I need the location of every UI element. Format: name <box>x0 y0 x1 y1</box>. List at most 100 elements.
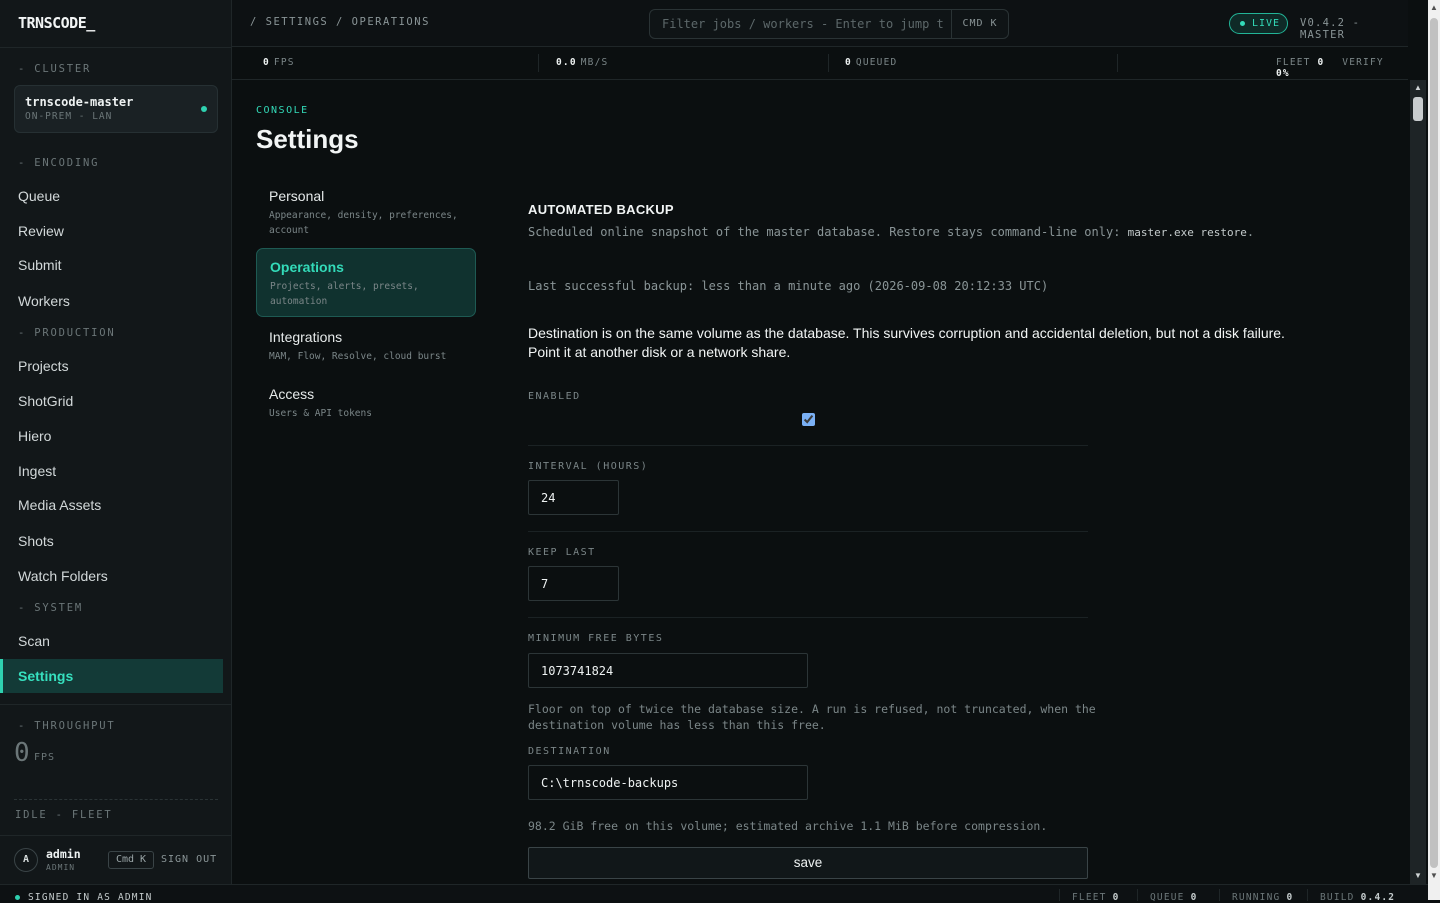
footer-running-value: 0 <box>1286 892 1294 903</box>
footer-queue: QUEUE 0 <box>1150 892 1198 903</box>
divider <box>14 799 218 800</box>
breadcrumb: / SETTINGS / OPERATIONS <box>250 16 430 28</box>
sidebar-item-shots[interactable]: Shots <box>0 524 223 558</box>
section-label-production: - PRODUCTION <box>18 327 116 339</box>
scroll-down-arrow-icon[interactable]: ▼ <box>1410 870 1426 882</box>
avatar[interactable]: A <box>14 848 38 872</box>
destination-help: 98.2 GiB free on this volume; estimated … <box>528 819 1048 833</box>
signed-in-status: SIGNED IN AS ADMIN <box>28 892 153 903</box>
content-scrollbar[interactable] <box>1410 80 1426 884</box>
search-shortcut-hint: CMD K <box>951 10 1008 38</box>
settings-nav-title: Operations <box>270 259 344 275</box>
sidebar-item-review[interactable]: Review <box>0 214 223 248</box>
divider <box>1059 889 1060 901</box>
sidebar-item-hiero[interactable]: Hiero <box>0 419 223 453</box>
divider <box>538 54 539 72</box>
app-logo[interactable]: TRNSCODE_ <box>18 14 95 32</box>
section-description: Scheduled online snapshot of the master … <box>528 223 1268 242</box>
user-name: admin <box>46 847 81 861</box>
destination-input[interactable] <box>528 765 808 800</box>
stat-fps-unit: FPS <box>273 57 295 68</box>
sidebar-item-settings[interactable]: Settings <box>0 659 223 693</box>
interval-input[interactable] <box>528 480 619 515</box>
interval-label: INTERVAL (HOURS) <box>528 461 649 472</box>
stat-mbs-unit: MB/S <box>580 57 609 68</box>
footer-queue-label: QUEUE <box>1150 892 1185 903</box>
version-label: V0.4.2 - MASTER <box>1300 17 1361 41</box>
page-title: Settings <box>256 124 359 154</box>
sidebar-item-media-assets[interactable]: Media Assets <box>0 488 223 522</box>
restore-command: master.exe restore <box>1127 226 1247 239</box>
user-role: ADMIN <box>46 863 76 872</box>
stat-fps-value: 0 <box>263 57 270 68</box>
stat-fleet-label: FLEET <box>1276 57 1311 68</box>
keep-last-label: KEEP LAST <box>528 547 596 558</box>
sidebar-item-shotgrid[interactable]: ShotGrid <box>0 384 223 418</box>
description-text: Scheduled online snapshot of the master … <box>528 225 1121 239</box>
footer-queue-value: 0 <box>1190 892 1198 903</box>
min-free-label: MINIMUM FREE BYTES <box>528 633 664 644</box>
divider <box>1137 889 1138 901</box>
status-footer: SIGNED IN AS ADMIN FLEET 0 QUEUE 0 RUNNING… <box>0 884 1428 903</box>
section-label-system: - SYSTEM <box>18 602 83 614</box>
destination-warning: Destination is on the same volume as the… <box>528 325 1285 360</box>
content-scrollbar-thumb[interactable] <box>1413 97 1423 121</box>
sidebar-item-projects[interactable]: Projects <box>0 349 223 383</box>
sidebar-item-queue[interactable]: Queue <box>0 179 223 213</box>
stat-queued-unit: QUEUED <box>855 57 898 68</box>
destination-label: DESTINATION <box>528 746 611 757</box>
status-dot-icon <box>15 895 20 900</box>
stat-queued: 0 QUEUED <box>845 57 897 68</box>
divider <box>528 531 1088 532</box>
cluster-selector[interactable]: trnscode-master ON-PREM - LAN <box>14 85 218 133</box>
footer-running-label: RUNNING <box>1232 892 1281 903</box>
save-button[interactable]: save <box>528 847 1088 879</box>
stat-queued-value: 0 <box>845 57 852 68</box>
settings-nav-desc: Users & API tokens <box>269 408 372 419</box>
stat-verify-label: VERIFY <box>1342 57 1384 68</box>
sidebar-item-watch-folders[interactable]: Watch Folders <box>0 559 223 593</box>
settings-nav-desc: Projects, alerts, presets, automation <box>270 281 419 307</box>
footer-fleet: FLEET 0 <box>1072 892 1120 903</box>
window-scroll-down-arrow-icon[interactable]: ▼ <box>1428 868 1440 884</box>
keep-last-input[interactable] <box>528 566 619 601</box>
settings-nav-operations[interactable]: Operations Projects, alerts, presets, au… <box>256 248 476 317</box>
footer-fleet-label: FLEET <box>1072 892 1107 903</box>
divider <box>0 47 232 48</box>
live-dot-icon <box>1240 21 1245 26</box>
divider <box>1117 54 1118 72</box>
cluster-subtitle: ON-PREM - LAN <box>25 111 113 122</box>
search-input[interactable] <box>650 10 950 38</box>
settings-nav-title: Personal <box>269 188 325 204</box>
divider <box>528 445 1088 446</box>
settings-nav-personal[interactable]: Personal Appearance, density, preference… <box>256 178 476 248</box>
stat-mbs-value: 0.0 <box>556 57 577 68</box>
last-backup-status: Last successful backup: less than a minu… <box>528 279 1049 293</box>
sidebar-item-scan[interactable]: Scan <box>0 624 223 658</box>
settings-nav-title: Integrations <box>269 329 343 345</box>
backup-settings-panel: AUTOMATED BACKUP Scheduled online snapsh… <box>528 80 1398 884</box>
footer-build: BUILD 0.4.2 <box>1320 892 1395 903</box>
sign-out-button[interactable]: SIGN OUT <box>161 854 217 865</box>
divider <box>528 617 1088 618</box>
min-free-input[interactable] <box>528 653 808 688</box>
window-scrollbar-thumb[interactable] <box>1430 18 1438 868</box>
settings-nav-access[interactable]: Access Users & API tokens <box>256 376 476 431</box>
settings-nav-desc: Appearance, density, preferences, accoun… <box>269 210 458 236</box>
fleet-status: IDLE - FLEET <box>15 809 113 821</box>
section-label-cluster: - CLUSTER <box>18 63 92 75</box>
divider <box>0 835 232 836</box>
enabled-checkbox[interactable] <box>802 413 815 426</box>
command-palette-shortcut[interactable]: Cmd K <box>108 851 154 869</box>
settings-nav-desc: MAM, Flow, Resolve, cloud burst <box>269 351 447 362</box>
sidebar-item-submit[interactable]: Submit <box>0 248 223 282</box>
live-status-badge: LIVE <box>1229 13 1288 34</box>
sidebar-item-workers[interactable]: Workers <box>0 284 223 318</box>
stat-throughput: 0.0 MB/S <box>556 57 608 68</box>
sidebar-item-ingest[interactable]: Ingest <box>0 454 223 488</box>
section-label-throughput: - THROUGHPUT <box>18 720 116 732</box>
description-end: . <box>1246 225 1255 239</box>
scroll-up-arrow-icon[interactable]: ▲ <box>1410 82 1426 94</box>
window-scroll-up-arrow-icon[interactable]: ▲ <box>1428 0 1440 16</box>
settings-nav-integrations[interactable]: Integrations MAM, Flow, Resolve, cloud b… <box>256 319 476 374</box>
